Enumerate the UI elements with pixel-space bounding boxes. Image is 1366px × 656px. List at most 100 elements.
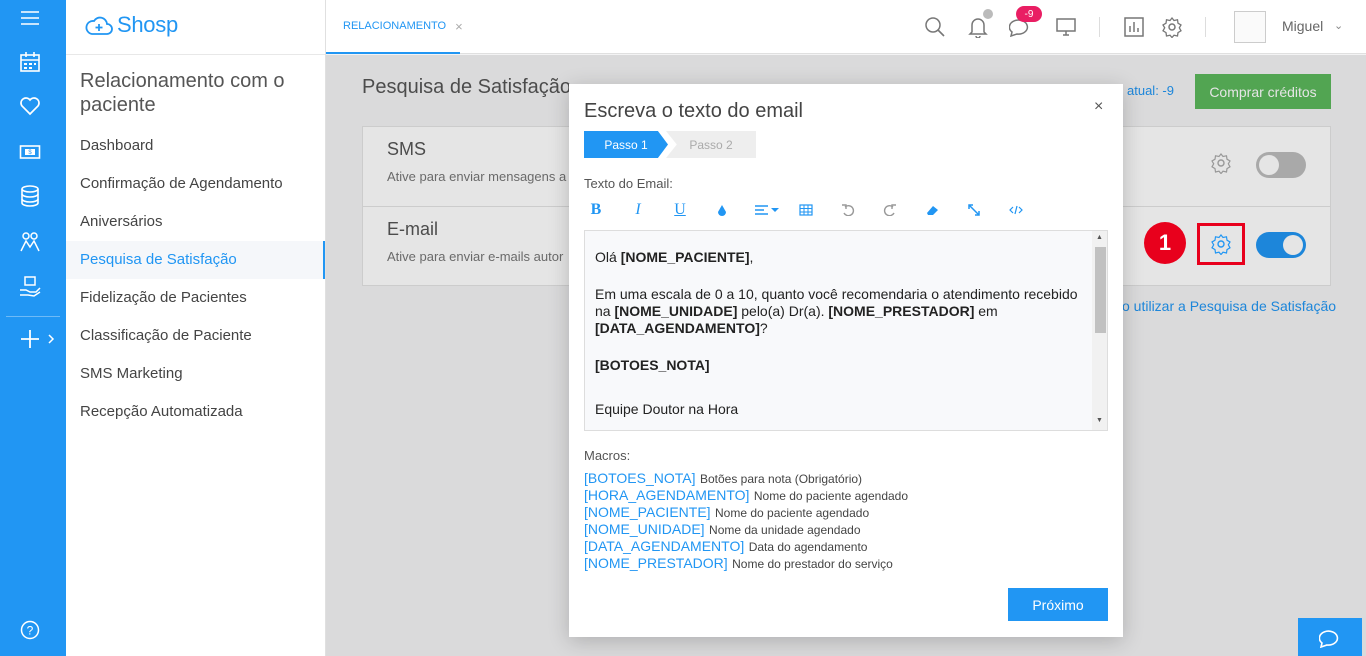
svg-text:?: ? <box>27 624 34 638</box>
email-text-label: Texto do Email: <box>584 176 673 191</box>
undo-icon[interactable] <box>836 198 860 222</box>
macro-tag: [DATA_AGENDAMENTO] <box>595 320 760 336</box>
sidebar-item-dashboard[interactable]: Dashboard <box>66 127 325 165</box>
greeting-line: Olá [NOME_PACIENTE], <box>595 249 1085 266</box>
macro-description: Botões para nota (Obrigatório) <box>699 472 863 486</box>
next-button[interactable]: Próximo <box>1008 588 1108 621</box>
macro-tag: [NOME_PACIENTE] <box>620 249 750 265</box>
fullscreen-icon[interactable] <box>962 198 986 222</box>
macros-label: Macros: <box>584 448 631 463</box>
tab-close-icon[interactable]: × <box>455 19 463 34</box>
sidebar-title: Relacionamento com o paciente <box>80 70 285 116</box>
table-icon[interactable] <box>794 198 818 222</box>
plus-icon[interactable] <box>17 326 43 352</box>
step-callout-badge: 1 <box>1144 222 1186 264</box>
question-text: em <box>974 303 998 319</box>
notification-dot <box>983 9 993 19</box>
align-dropdown-icon[interactable] <box>752 198 782 222</box>
color-drop-icon[interactable] <box>710 198 734 222</box>
macro-tag: [BOTOES_NOTA] <box>595 357 710 373</box>
macro-description: Nome do paciente agendado <box>715 506 870 520</box>
list-item: [HORA_AGENDAMENTO] Nome do paciente agen… <box>584 487 1104 504</box>
question-line: Em uma escala de 0 a 10, quanto você rec… <box>595 286 1085 337</box>
list-item: [NOME_PRESTADOR] Nome do prestador do se… <box>584 555 1104 572</box>
chat-bubble-icon <box>1319 630 1339 648</box>
macro-tag: [NOME_UNIDADE] <box>614 303 738 319</box>
code-view-icon[interactable] <box>1004 198 1028 222</box>
redo-icon[interactable] <box>878 198 902 222</box>
heart-icon[interactable] <box>17 93 43 119</box>
sidebar-item-fidelizacao[interactable]: Fidelização de Pacientes <box>66 279 325 317</box>
macro-key[interactable]: [BOTOES_NOTA] <box>584 470 696 486</box>
sidebar-item-pesquisa[interactable]: Pesquisa de Satisfação <box>66 241 325 279</box>
chat-support-button[interactable] <box>1298 618 1362 656</box>
email-editor[interactable]: Olá [NOME_PACIENTE], Em uma escala de 0 … <box>584 230 1108 431</box>
tab-relacionamento[interactable]: RELACIONAMENTO × <box>326 0 463 54</box>
sidebar-item-classificacao[interactable]: Classificação de Paciente <box>66 317 325 355</box>
sidebar-item-recepcao[interactable]: Recepção Automatizada <box>66 393 325 431</box>
bold-button[interactable]: B <box>584 198 608 222</box>
money-icon[interactable]: $ <box>17 139 43 165</box>
sidebar-item-confirmacao[interactable]: Confirmação de Agendamento <box>66 165 325 203</box>
buttons-line: [BOTOES_NOTA] <box>595 357 1085 374</box>
people-icon[interactable] <box>17 229 43 255</box>
question-text: pelo(a) Dr(a). <box>737 303 829 319</box>
list-item: [NOME_UNIDADE] Nome da unidade agendado <box>584 521 1104 538</box>
scroll-up-icon[interactable]: ▲ <box>1096 234 1103 241</box>
macro-key[interactable]: [HORA_AGENDAMENTO] <box>584 487 749 503</box>
step-1[interactable]: Passo 1 <box>584 131 668 158</box>
brand-name: Shosp <box>117 12 178 37</box>
italic-button[interactable]: I <box>626 198 650 222</box>
macro-description: Nome do paciente agendado <box>753 489 909 503</box>
list-item: [BOTOES_NOTA] Botões para nota (Obrigató… <box>584 470 1104 487</box>
question-text: ? <box>759 320 768 336</box>
reports-icon[interactable] <box>1121 14 1147 40</box>
sidebar-menu: Dashboard Confirmação de Agendamento Ani… <box>66 127 325 431</box>
eraser-icon[interactable] <box>920 198 944 222</box>
brand-logo[interactable]: Shosp <box>84 10 184 40</box>
macro-key[interactable]: [NOME_PACIENTE] <box>584 504 711 520</box>
email-settings-gear-icon[interactable] <box>1207 230 1235 258</box>
search-icon[interactable] <box>922 14 948 40</box>
help-icon[interactable]: ? <box>17 617 43 643</box>
step-2[interactable]: Passo 2 <box>666 131 756 158</box>
scroll-down-icon[interactable]: ▼ <box>1096 417 1103 424</box>
top-bar: RELACIONAMENTO × <box>326 0 1366 54</box>
tab-label: RELACIONAMENTO <box>343 20 447 32</box>
sidebar-item-sms-marketing[interactable]: SMS Marketing <box>66 355 325 393</box>
settings-gear-icon[interactable] <box>1159 14 1185 40</box>
macro-description: Nome da unidade agendado <box>709 523 861 537</box>
scrollbar-thumb[interactable] <box>1095 247 1106 333</box>
macro-description: Data do agendamento <box>748 540 868 554</box>
email-text-modal: Escreva o texto do email × Passo 1 Passo… <box>569 84 1123 637</box>
calendar-icon[interactable] <box>17 49 43 75</box>
sidebar-item-aniversarios[interactable]: Aniversários <box>66 203 325 241</box>
chat-badge: -9 <box>1016 6 1042 22</box>
left-rail: $ ? <box>0 0 66 656</box>
editor-scrollbar[interactable]: ▲ ▼ <box>1092 231 1107 430</box>
hand-heart-icon[interactable] <box>17 274 43 300</box>
signature-line: Equipe Doutor na Hora <box>595 401 739 417</box>
macro-key[interactable]: [DATA_AGENDAMENTO] <box>584 538 744 554</box>
list-item: [DATA_AGENDAMENTO] Data do agendamento <box>584 538 1104 555</box>
sidebar: Relacionamento com o paciente Dashboard … <box>66 0 326 656</box>
menu-icon[interactable] <box>17 5 43 31</box>
underline-button[interactable]: U <box>668 198 692 222</box>
chevron-down-icon[interactable]: ⌄ <box>1334 19 1343 32</box>
close-icon[interactable]: × <box>1094 98 1103 116</box>
rail-divider <box>6 316 60 317</box>
list-item: [NOME_PACIENTE] Nome do paciente agendad… <box>584 504 1104 521</box>
editor-toolbar: B I U <box>584 198 1044 222</box>
sidebar-divider <box>66 54 325 55</box>
macro-key[interactable]: [NOME_UNIDADE] <box>584 521 705 537</box>
database-icon[interactable] <box>17 183 43 209</box>
avatar[interactable] <box>1234 11 1266 43</box>
chevron-right-icon[interactable] <box>44 326 58 352</box>
greeting-text: Olá <box>595 249 621 265</box>
editor-content[interactable]: Olá [NOME_PACIENTE], Em uma escala de 0 … <box>595 249 1085 430</box>
macros-list: [BOTOES_NOTA] Botões para nota (Obrigató… <box>584 470 1104 572</box>
monitor-icon[interactable] <box>1053 14 1079 40</box>
greeting-punctuation: , <box>749 249 754 265</box>
macro-key[interactable]: [NOME_PRESTADOR] <box>584 555 728 571</box>
user-name[interactable]: Miguel <box>1282 18 1323 34</box>
